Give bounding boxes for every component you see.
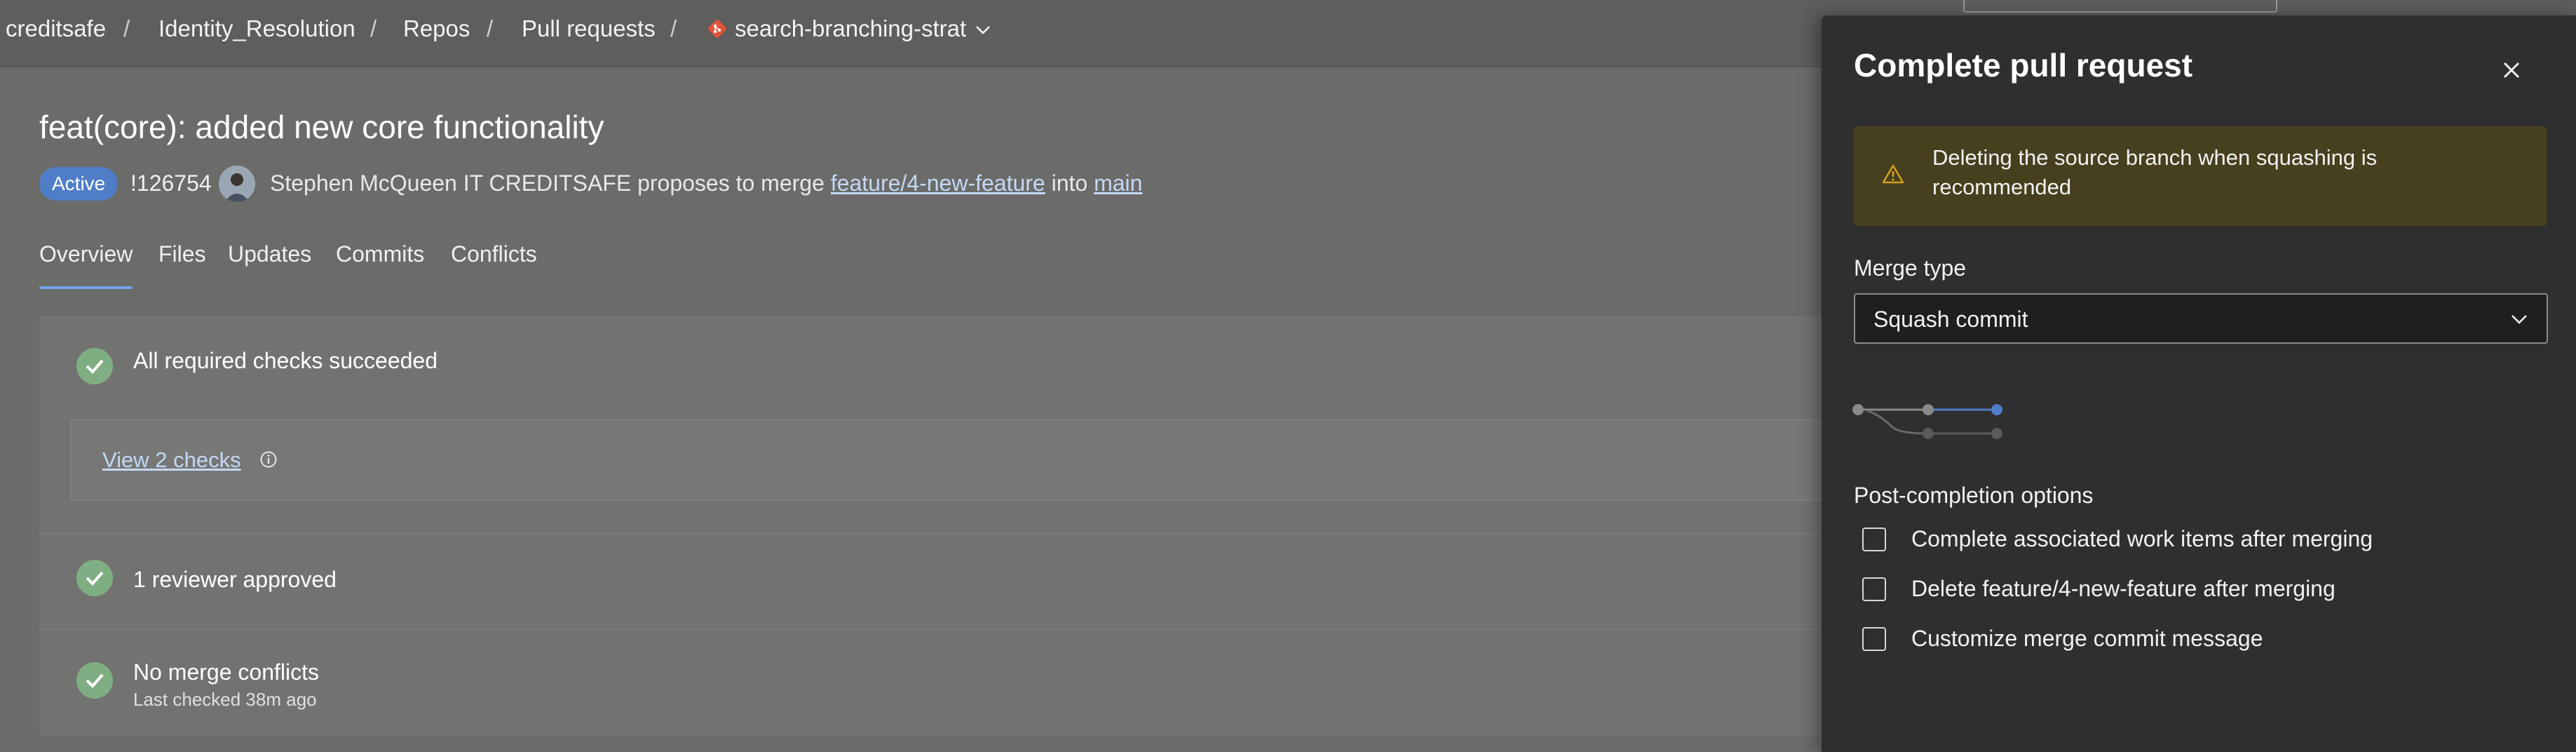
breadcrumb-item-org[interactable]: creditsafe [6,15,106,42]
divider [39,629,1876,630]
breadcrumb-item-repo-name[interactable]: search-branching-strat [735,15,966,42]
checkbox[interactable] [1862,627,1886,651]
complete-pull-request-panel: Complete pull request Deleting the sourc… [1822,15,2576,752]
breadcrumb-separator: / [487,15,494,41]
merge-conflicts-last-checked: Last checked 38m ago [133,689,317,710]
tab-updates[interactable]: Updates [228,241,311,267]
proposes-text: proposes to merge [637,170,825,196]
reviewers-status: 1 reviewer approved [133,567,337,592]
active-tab-indicator [39,286,133,289]
info-icon[interactable] [259,450,278,469]
page-title: feat(core): added new core functionality [39,109,604,145]
checkmark-icon [76,348,113,384]
required-checks-status: All required checks succeeded [133,348,438,373]
checkmark-icon [76,662,113,699]
git-branch-icon [707,19,727,39]
breadcrumb-item-project[interactable]: Identity_Resolution [158,15,355,42]
tab-conflicts[interactable]: Conflicts [451,241,537,267]
tab-commits[interactable]: Commits [336,241,424,267]
author-name[interactable]: Stephen McQueen IT CREDITSAFE [270,170,631,196]
merge-graph-icon [1850,387,2011,443]
tab-overview[interactable]: Overview [39,241,133,267]
source-branch-link[interactable]: feature/4-new-feature [831,170,1045,196]
view-checks-link[interactable]: View 2 checks [102,448,241,473]
warning-text: Deleting the source branch when squashin… [1932,145,2378,199]
checkmark-icon [76,560,113,596]
warning-banner: Deleting the source branch when squashin… [1854,126,2547,226]
checkbox[interactable] [1862,577,1886,601]
warning-icon [1882,163,1904,185]
breadcrumb-separator: / [370,15,377,41]
close-icon[interactable] [2496,55,2527,86]
tab-files[interactable]: Files [158,241,206,267]
pr-description: Stephen McQueen IT CREDITSAFE proposes t… [270,170,1142,196]
merge-conflicts-status: No merge conflicts [133,659,319,685]
checks-details-box [70,419,1876,501]
into-text: into [1051,170,1088,196]
option-label: Customize merge commit message [1911,626,2263,651]
chevron-down-icon [2509,309,2530,330]
target-branch-link[interactable]: main [1094,170,1142,196]
pr-id: !126754 [130,170,212,196]
avatar[interactable] [219,166,255,202]
checkbox[interactable] [1862,528,1886,551]
breadcrumb-separator: / [670,15,677,41]
breadcrumb-separator: / [123,15,130,41]
top-search-box[interactable] [1963,0,2277,13]
post-completion-label: Post-completion options [1854,483,2094,508]
option-label: Complete associated work items after mer… [1911,526,2373,551]
merge-type-dropdown[interactable]: Squash commit [1854,293,2548,344]
breadcrumb-item-pull-requests[interactable]: Pull requests [522,15,656,42]
merge-type-value: Squash commit [1873,307,2028,332]
breadcrumb-item-repos[interactable]: Repos [403,15,470,42]
divider [39,533,1876,535]
status-badge: Active [39,167,118,201]
merge-type-label: Merge type [1854,255,1967,281]
chevron-down-icon[interactable] [973,20,993,39]
option-label: Delete feature/4-new-feature after mergi… [1911,576,2336,601]
panel-title: Complete pull request [1854,47,2193,83]
